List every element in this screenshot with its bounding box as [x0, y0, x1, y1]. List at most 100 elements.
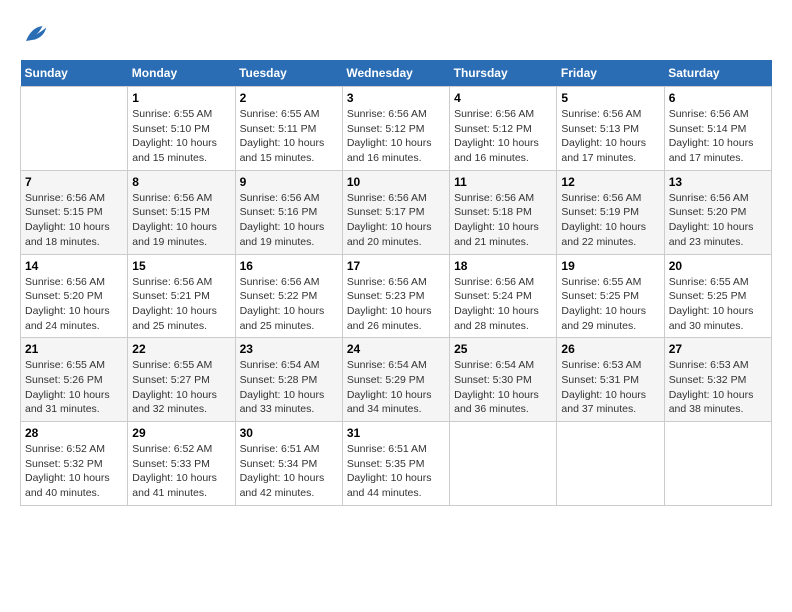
calendar-cell: 19 Sunrise: 6:55 AMSunset: 5:25 PMDayligh… [557, 254, 664, 338]
calendar-cell: 29Sunrise: 6:52 AMSunset: 5:33 PMDayligh… [128, 422, 235, 506]
day-number: 7 [25, 175, 123, 189]
day-number: 27 [669, 342, 767, 356]
calendar-cell [450, 422, 557, 506]
day-info: Sunrise: 6:56 AMSunset: 5:15 PMDaylight:… [132, 191, 230, 250]
calendar-week-0: 1 Sunrise: 6:55 AMSunset: 5:10 PMDaylight… [21, 87, 772, 171]
day-info: Sunrise: 6:55 AMSunset: 5:26 PMDaylight:… [25, 358, 123, 417]
logo [20, 20, 54, 50]
day-number: 3 [347, 91, 445, 105]
day-info: Sunrise: 6:55 AMSunset: 5:10 PMDaylight:… [132, 107, 230, 166]
calendar-week-3: 21 Sunrise: 6:55 AMSunset: 5:26 PMDayligh… [21, 338, 772, 422]
calendar-cell: 10 Sunrise: 6:56 AMSunset: 5:17 PMDayligh… [342, 170, 449, 254]
day-number: 4 [454, 91, 552, 105]
calendar-cell: 3 Sunrise: 6:56 AMSunset: 5:12 PMDaylight… [342, 87, 449, 171]
day-info: Sunrise: 6:56 AMSunset: 5:17 PMDaylight:… [347, 191, 445, 250]
day-number: 31 [347, 426, 445, 440]
calendar-cell: 7Sunrise: 6:56 AMSunset: 5:15 PMDaylight… [21, 170, 128, 254]
calendar-cell: 22 Sunrise: 6:55 AMSunset: 5:27 PMDayligh… [128, 338, 235, 422]
day-number: 14 [25, 259, 123, 273]
day-info: Sunrise: 6:55 AMSunset: 5:11 PMDaylight:… [240, 107, 338, 166]
calendar-cell: 6 Sunrise: 6:56 AMSunset: 5:14 PMDaylight… [664, 87, 771, 171]
calendar-cell: 9 Sunrise: 6:56 AMSunset: 5:16 PMDaylight… [235, 170, 342, 254]
header-sunday: Sunday [21, 60, 128, 87]
calendar-cell: 20 Sunrise: 6:55 AMSunset: 5:25 PMDayligh… [664, 254, 771, 338]
day-info: Sunrise: 6:53 AMSunset: 5:31 PMDaylight:… [561, 358, 659, 417]
calendar-week-4: 28 Sunrise: 6:52 AMSunset: 5:32 PMDayligh… [21, 422, 772, 506]
day-info: Sunrise: 6:54 AMSunset: 5:30 PMDaylight:… [454, 358, 552, 417]
day-number: 17 [347, 259, 445, 273]
calendar-cell: 28 Sunrise: 6:52 AMSunset: 5:32 PMDayligh… [21, 422, 128, 506]
calendar-cell: 30Sunrise: 6:51 AMSunset: 5:34 PMDayligh… [235, 422, 342, 506]
day-info: Sunrise: 6:56 AMSunset: 5:12 PMDaylight:… [347, 107, 445, 166]
day-number: 21 [25, 342, 123, 356]
day-number: 29 [132, 426, 230, 440]
day-number: 26 [561, 342, 659, 356]
day-info: Sunrise: 6:55 AMSunset: 5:25 PMDaylight:… [669, 275, 767, 334]
calendar-cell [557, 422, 664, 506]
day-number: 13 [669, 175, 767, 189]
day-number: 1 [132, 91, 230, 105]
calendar-cell: 13 Sunrise: 6:56 AMSunset: 5:20 PMDayligh… [664, 170, 771, 254]
header-wednesday: Wednesday [342, 60, 449, 87]
calendar-cell: 31 Sunrise: 6:51 AMSunset: 5:35 PMDayligh… [342, 422, 449, 506]
header-friday: Friday [557, 60, 664, 87]
calendar-week-2: 14Sunrise: 6:56 AMSunset: 5:20 PMDayligh… [21, 254, 772, 338]
day-info: Sunrise: 6:55 AMSunset: 5:27 PMDaylight:… [132, 358, 230, 417]
day-number: 20 [669, 259, 767, 273]
day-info: Sunrise: 6:56 AMSunset: 5:20 PMDaylight:… [669, 191, 767, 250]
day-info: Sunrise: 6:51 AMSunset: 5:35 PMDaylight:… [347, 442, 445, 501]
day-number: 6 [669, 91, 767, 105]
calendar-cell: 14Sunrise: 6:56 AMSunset: 5:20 PMDayligh… [21, 254, 128, 338]
calendar-cell: 15 Sunrise: 6:56 AMSunset: 5:21 PMDayligh… [128, 254, 235, 338]
day-info: Sunrise: 6:56 AMSunset: 5:14 PMDaylight:… [669, 107, 767, 166]
day-number: 28 [25, 426, 123, 440]
day-info: Sunrise: 6:56 AMSunset: 5:16 PMDaylight:… [240, 191, 338, 250]
header-thursday: Thursday [450, 60, 557, 87]
calendar-cell: 8Sunrise: 6:56 AMSunset: 5:15 PMDaylight… [128, 170, 235, 254]
day-number: 16 [240, 259, 338, 273]
page-header [20, 20, 772, 50]
day-number: 11 [454, 175, 552, 189]
calendar-cell [664, 422, 771, 506]
header-monday: Monday [128, 60, 235, 87]
calendar-cell: 25Sunrise: 6:54 AMSunset: 5:30 PMDayligh… [450, 338, 557, 422]
calendar-cell: 24 Sunrise: 6:54 AMSunset: 5:29 PMDayligh… [342, 338, 449, 422]
day-info: Sunrise: 6:56 AMSunset: 5:19 PMDaylight:… [561, 191, 659, 250]
calendar-table: SundayMondayTuesdayWednesdayThursdayFrid… [20, 60, 772, 506]
day-number: 2 [240, 91, 338, 105]
day-number: 24 [347, 342, 445, 356]
calendar-cell: 16 Sunrise: 6:56 AMSunset: 5:22 PMDayligh… [235, 254, 342, 338]
day-info: Sunrise: 6:56 AMSunset: 5:21 PMDaylight:… [132, 275, 230, 334]
day-number: 23 [240, 342, 338, 356]
day-info: Sunrise: 6:52 AMSunset: 5:32 PMDaylight:… [25, 442, 123, 501]
header-saturday: Saturday [664, 60, 771, 87]
calendar-cell: 4 Sunrise: 6:56 AMSunset: 5:12 PMDaylight… [450, 87, 557, 171]
calendar-cell: 12 Sunrise: 6:56 AMSunset: 5:19 PMDayligh… [557, 170, 664, 254]
day-number: 30 [240, 426, 338, 440]
day-info: Sunrise: 6:56 AMSunset: 5:22 PMDaylight:… [240, 275, 338, 334]
day-info: Sunrise: 6:56 AMSunset: 5:18 PMDaylight:… [454, 191, 552, 250]
calendar-cell: 2 Sunrise: 6:55 AMSunset: 5:11 PMDaylight… [235, 87, 342, 171]
day-number: 10 [347, 175, 445, 189]
day-info: Sunrise: 6:55 AMSunset: 5:25 PMDaylight:… [561, 275, 659, 334]
calendar-cell: 1 Sunrise: 6:55 AMSunset: 5:10 PMDaylight… [128, 87, 235, 171]
day-info: Sunrise: 6:56 AMSunset: 5:12 PMDaylight:… [454, 107, 552, 166]
day-info: Sunrise: 6:53 AMSunset: 5:32 PMDaylight:… [669, 358, 767, 417]
day-number: 22 [132, 342, 230, 356]
calendar-cell: 23Sunrise: 6:54 AMSunset: 5:28 PMDayligh… [235, 338, 342, 422]
day-number: 18 [454, 259, 552, 273]
day-number: 12 [561, 175, 659, 189]
calendar-cell: 27 Sunrise: 6:53 AMSunset: 5:32 PMDayligh… [664, 338, 771, 422]
calendar-cell: 11 Sunrise: 6:56 AMSunset: 5:18 PMDayligh… [450, 170, 557, 254]
header-tuesday: Tuesday [235, 60, 342, 87]
calendar-cell: 5Sunrise: 6:56 AMSunset: 5:13 PMDaylight… [557, 87, 664, 171]
day-info: Sunrise: 6:56 AMSunset: 5:13 PMDaylight:… [561, 107, 659, 166]
calendar-cell: 26 Sunrise: 6:53 AMSunset: 5:31 PMDayligh… [557, 338, 664, 422]
day-number: 9 [240, 175, 338, 189]
day-info: Sunrise: 6:56 AMSunset: 5:24 PMDaylight:… [454, 275, 552, 334]
day-number: 19 [561, 259, 659, 273]
day-info: Sunrise: 6:56 AMSunset: 5:23 PMDaylight:… [347, 275, 445, 334]
day-number: 15 [132, 259, 230, 273]
day-info: Sunrise: 6:54 AMSunset: 5:29 PMDaylight:… [347, 358, 445, 417]
calendar-header-row: SundayMondayTuesdayWednesdayThursdayFrid… [21, 60, 772, 87]
